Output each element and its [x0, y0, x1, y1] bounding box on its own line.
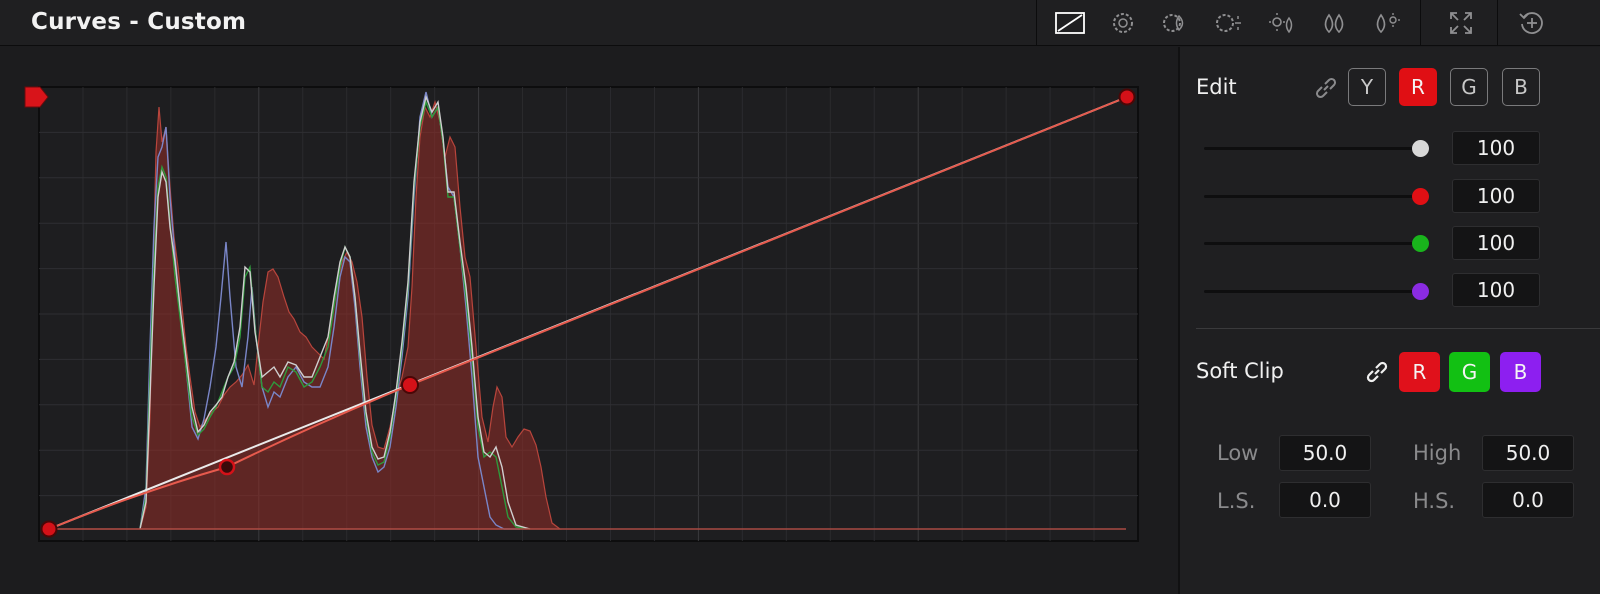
edit-label: Edit: [1196, 75, 1237, 99]
soft-clip-channel-b[interactable]: B: [1500, 352, 1541, 392]
slider-g-value[interactable]: 100: [1452, 226, 1540, 260]
lum-vs-sat-button[interactable]: [1265, 8, 1297, 38]
hue-vs-lum-icon: [1216, 14, 1241, 32]
high-label: High: [1413, 441, 1462, 465]
edit-link-button[interactable]: [1313, 76, 1339, 104]
slider-g-track[interactable]: [1204, 242, 1422, 245]
slider-b-knob[interactable]: [1412, 283, 1429, 300]
hue-vs-hue-button[interactable]: [1107, 8, 1139, 38]
toolbar-separator: [1036, 0, 1037, 46]
curve-point-mid[interactable]: [401, 376, 419, 394]
toolbar-separator: [1420, 0, 1421, 46]
header-bar: Curves - Custom: [0, 0, 1600, 46]
ls-label: L.S.: [1217, 489, 1256, 513]
hue-vs-sat-icon: [1163, 14, 1184, 32]
lum-vs-sat-icon: [1269, 13, 1293, 34]
slider-r-value[interactable]: 100: [1452, 179, 1540, 213]
edit-channel-b[interactable]: B: [1502, 68, 1540, 106]
reset-button[interactable]: [1516, 8, 1548, 38]
high-value-field[interactable]: 50.0: [1482, 435, 1574, 471]
toolbar-separator: [1497, 0, 1498, 46]
sat-vs-sat-icon: [1324, 13, 1344, 34]
expand-icon: [1450, 12, 1472, 34]
curve-mode-icon: [1055, 12, 1085, 34]
edit-channel-r[interactable]: R: [1399, 68, 1437, 106]
section-divider: [1196, 328, 1600, 329]
curve-editor[interactable]: [0, 47, 1178, 594]
slider-b-value[interactable]: 100: [1452, 273, 1540, 307]
link-icon: [1315, 77, 1337, 99]
hs-value-field[interactable]: 0.0: [1482, 482, 1574, 518]
reset-icon: [1519, 12, 1543, 34]
panel-title: Curves - Custom: [31, 9, 247, 35]
expand-button[interactable]: [1445, 8, 1477, 38]
sat-vs-lum-icon: [1376, 13, 1400, 34]
slider-r-knob[interactable]: [1412, 188, 1429, 205]
curve-point-low[interactable]: [218, 458, 236, 476]
curve-point-black[interactable]: [40, 520, 58, 538]
curve-graph[interactable]: [0, 47, 1178, 594]
soft-clip-channel-r[interactable]: R: [1399, 352, 1440, 392]
soft-clip-label: Soft Clip: [1196, 359, 1284, 383]
ls-value-field[interactable]: 0.0: [1279, 482, 1371, 518]
soft-clip-link-button[interactable]: [1364, 360, 1390, 388]
edit-channel-y[interactable]: Y: [1348, 68, 1386, 106]
hue-vs-hue-icon: [1113, 13, 1133, 33]
slider-y-value[interactable]: 100: [1452, 131, 1540, 165]
low-label: Low: [1217, 441, 1259, 465]
slider-r-track[interactable]: [1204, 195, 1422, 198]
edit-channel-g[interactable]: G: [1450, 68, 1488, 106]
slider-b-track[interactable]: [1204, 290, 1422, 293]
hs-label: H.S.: [1413, 489, 1456, 513]
sat-vs-lum-button[interactable]: [1370, 8, 1402, 38]
slider-y-track[interactable]: [1204, 147, 1422, 150]
sat-vs-sat-button[interactable]: [1318, 8, 1350, 38]
soft-clip-channel-g[interactable]: G: [1449, 352, 1490, 392]
low-value-field[interactable]: 50.0: [1279, 435, 1371, 471]
hue-vs-sat-button[interactable]: [1159, 8, 1191, 38]
hue-vs-lum-button[interactable]: [1212, 8, 1244, 38]
slider-g-knob[interactable]: [1412, 235, 1429, 252]
curve-mode-button[interactable]: [1054, 8, 1086, 38]
slider-y-knob[interactable]: [1412, 140, 1429, 157]
link-icon: [1366, 361, 1388, 383]
curve-point-white[interactable]: [1118, 88, 1136, 106]
